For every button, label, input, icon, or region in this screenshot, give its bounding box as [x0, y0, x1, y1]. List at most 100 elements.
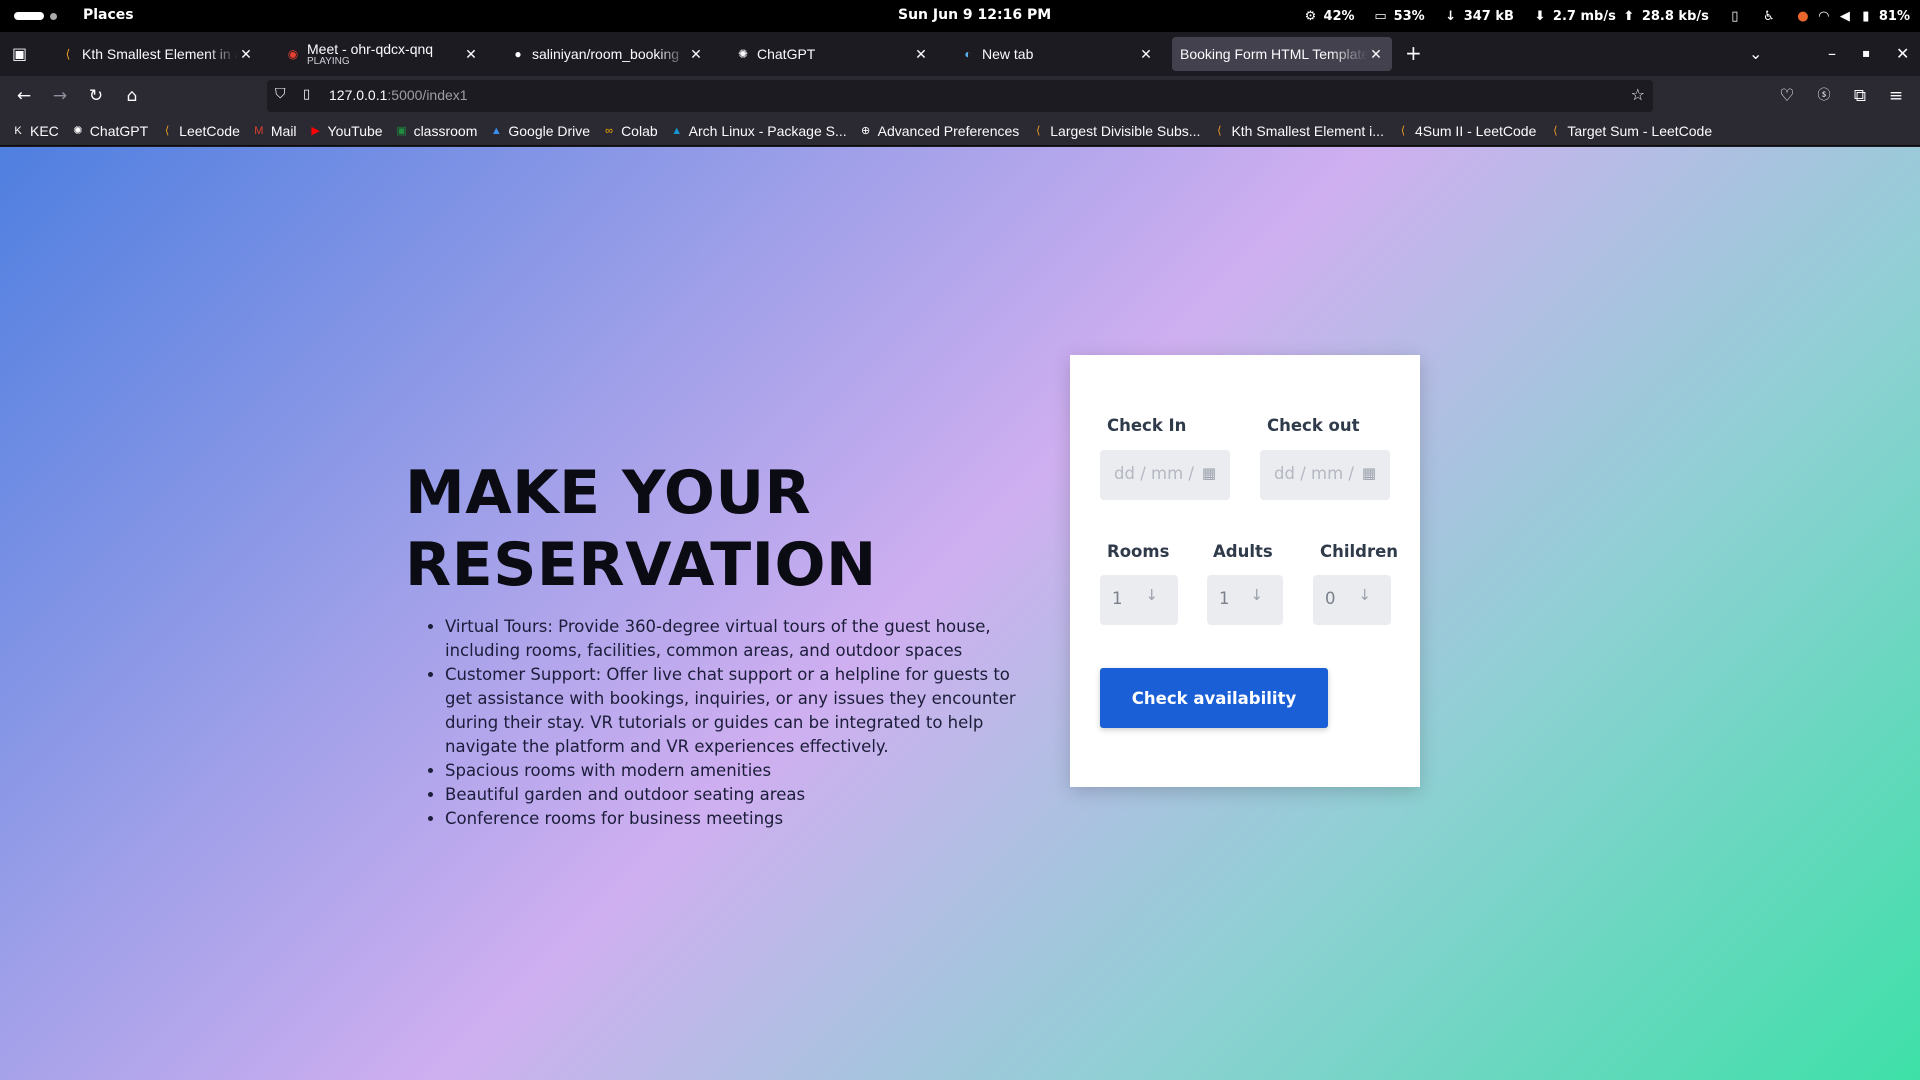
- globe-icon: ⊕: [861, 125, 871, 137]
- bookmark-item[interactable]: M Mail: [251, 123, 296, 139]
- booking-form-card: Check In Check out dd / mm / ▦ dd / mm /…: [1070, 355, 1420, 787]
- date-placeholder: dd / mm /: [1114, 464, 1194, 483]
- feature-list: Virtual Tours: Provide 360-degree virtua…: [445, 615, 1030, 831]
- cpu-value: 42%: [1323, 8, 1355, 24]
- tab-meet[interactable]: ◉ Meet - ohr-qdcx-qnq PLAYING ✕: [277, 37, 487, 71]
- bookmark-item[interactable]: ∞ Colab: [601, 123, 658, 139]
- system-tray[interactable]: ⚙ 42% ▭ 53% ↓ 347 kB ⬇ 2.7 mb/s ⬆ 28.8 kb/s ▯…: [1290, 0, 1910, 32]
- account-avatar[interactable]: ⓢ: [1812, 84, 1836, 108]
- page-heading: MAKE YOUR RESERVATION: [405, 457, 877, 601]
- bookmark-item[interactable]: ⟨ 4Sum II - LeetCode: [1395, 122, 1537, 139]
- bookmark-item[interactable]: ⟨ Largest Divisible Subs...: [1030, 123, 1200, 139]
- list-tabs-icon[interactable]: ⌄: [1749, 44, 1762, 63]
- leetcode-icon: ⟨: [65, 47, 71, 61]
- back-icon[interactable]: ←: [12, 84, 36, 108]
- leetcode-icon: ⟨: [165, 125, 170, 137]
- children-label: Children: [1320, 542, 1399, 561]
- home-icon[interactable]: ⌂: [120, 84, 144, 108]
- firefox-view-icon[interactable]: ▣: [12, 44, 27, 63]
- rooms-select[interactable]: 1 ↓: [1100, 575, 1178, 625]
- shield-icon: ●: [1797, 8, 1809, 24]
- firefox-icon: ◐: [964, 47, 972, 61]
- bookmark-item[interactable]: ⟨ Kth Smallest Element i...: [1211, 123, 1384, 139]
- bookmark-label: Advanced Preferences: [877, 122, 1020, 139]
- bookmark-item[interactable]: ⟨ LeetCode: [159, 123, 240, 139]
- colab-icon: ∞: [605, 124, 613, 137]
- leetcode-icon: ⟨: [1400, 125, 1406, 137]
- pocket-icon[interactable]: ♡: [1775, 84, 1799, 108]
- bookmark-item[interactable]: K KEC: [10, 123, 58, 139]
- bookmark-label: 4Sum II - LeetCode: [1414, 122, 1537, 139]
- tab-title: Kth Smallest Element in a: [82, 46, 238, 62]
- tracking-shield-icon[interactable]: ⛉: [275, 86, 286, 102]
- window-close-icon[interactable]: ✕: [1896, 44, 1909, 63]
- tab-title: saliniyan/room_booking: [532, 46, 680, 62]
- rooms-value: 1: [1112, 589, 1123, 608]
- children-select[interactable]: 0 ↓: [1313, 575, 1391, 625]
- disk-icon: ↓: [1445, 8, 1457, 24]
- forward-icon[interactable]: →: [48, 84, 72, 108]
- maximize-icon[interactable]: ▪: [1862, 46, 1870, 60]
- places-menu[interactable]: Places: [83, 7, 134, 23]
- calendar-icon[interactable]: ▦: [1202, 464, 1216, 482]
- bookmark-item[interactable]: ▶ YouTube: [308, 123, 382, 139]
- tab-chatgpt[interactable]: ✺ ChatGPT ✕: [727, 37, 937, 71]
- bookmark-item[interactable]: ⊕ Advanced Preferences: [858, 122, 1020, 139]
- check-out-date-input[interactable]: dd / mm / ▦: [1260, 450, 1390, 500]
- chatgpt-icon: ✺: [737, 47, 749, 61]
- bookmark-star-icon[interactable]: ☆: [1631, 85, 1645, 104]
- tab-title: New tab: [982, 46, 1034, 62]
- adults-select[interactable]: 1 ↓: [1207, 575, 1283, 625]
- reload-icon[interactable]: ↻: [84, 84, 108, 108]
- bookmark-label: ChatGPT: [89, 122, 149, 139]
- tab-subtitle: PLAYING: [307, 56, 350, 67]
- close-icon[interactable]: ✕: [688, 46, 704, 63]
- new-tab-icon[interactable]: +: [1405, 41, 1422, 65]
- bookmark-item[interactable]: ⟨ Target Sum - LeetCode: [1547, 123, 1712, 139]
- feature-item: Virtual Tours: Provide 360-degree virtua…: [445, 615, 1030, 663]
- tab-title: ChatGPT: [757, 46, 816, 62]
- menu-icon[interactable]: ≡: [1884, 84, 1908, 108]
- arrow-down-icon: ↓: [1358, 586, 1371, 604]
- workspace-indicator[interactable]: [14, 12, 57, 20]
- chatgpt-icon: ✺: [73, 125, 83, 137]
- extensions-icon[interactable]: ⧉: [1848, 84, 1872, 108]
- url-path: :5000/index1: [387, 87, 468, 103]
- tab-kth-smallest[interactable]: ⟨ Kth Smallest Element in a ✕: [52, 37, 262, 71]
- adults-label: Adults: [1213, 542, 1273, 561]
- bookmark-label: Google Drive: [508, 122, 591, 139]
- url-text[interactable]: 127.0.0.1:5000/index1: [329, 87, 468, 103]
- tab-new-tab[interactable]: ◐ New tab ✕: [952, 37, 1162, 71]
- bookmark-item[interactable]: ✺ ChatGPT: [70, 123, 148, 139]
- clock[interactable]: Sun Jun 9 12:16 PM: [898, 7, 1051, 23]
- tab-title: Booking Form HTML Template: [1180, 46, 1368, 62]
- page-info-icon[interactable]: ▯: [303, 87, 310, 102]
- close-icon[interactable]: ✕: [463, 46, 479, 63]
- calendar-icon[interactable]: ▦: [1362, 464, 1376, 482]
- bookmark-item[interactable]: ▲ Google Drive: [488, 123, 590, 139]
- tab-booking-form[interactable]: Booking Form HTML Template ✕: [1172, 37, 1392, 71]
- bookmarks-toolbar: K KEC ✺ ChatGPT ⟨ LeetCode M Mail ▶ YouTube ▣ class…: [0, 116, 1920, 146]
- check-out-label: Check out: [1267, 416, 1360, 435]
- classroom-icon: ▣: [396, 125, 407, 137]
- feature-item: Conference rooms for business meetings: [445, 807, 1030, 831]
- close-icon[interactable]: ✕: [913, 46, 929, 63]
- meet-icon: ◉: [287, 47, 299, 61]
- leetcode-icon: ⟨: [1553, 125, 1558, 137]
- close-icon[interactable]: ✕: [1138, 46, 1154, 63]
- accessibility-icon: ♿: [1763, 8, 1775, 24]
- close-icon[interactable]: ✕: [238, 46, 254, 63]
- url-bar[interactable]: ⛉ ▯ 127.0.0.1:5000/index1 ☆: [267, 80, 1653, 112]
- bookmark-item[interactable]: ▣ classroom: [394, 123, 477, 139]
- gmail-icon: M: [254, 124, 264, 137]
- close-icon[interactable]: ✕: [1368, 46, 1384, 63]
- tab-github[interactable]: ● saliniyan/room_booking ✕: [502, 37, 712, 71]
- check-availability-button[interactable]: Check availability: [1100, 668, 1328, 728]
- upload-icon: ⬆: [1623, 8, 1635, 24]
- tab-strip: ▣ ⟨ Kth Smallest Element in a ✕ ◉ Meet -…: [0, 32, 1920, 76]
- minimize-icon[interactable]: –: [1828, 44, 1836, 63]
- memory-icon: ▭: [1374, 8, 1387, 24]
- bookmark-item[interactable]: ▲ Arch Linux - Package S...: [669, 123, 846, 139]
- date-placeholder: dd / mm /: [1274, 464, 1354, 483]
- check-in-date-input[interactable]: dd / mm / ▦: [1100, 450, 1230, 500]
